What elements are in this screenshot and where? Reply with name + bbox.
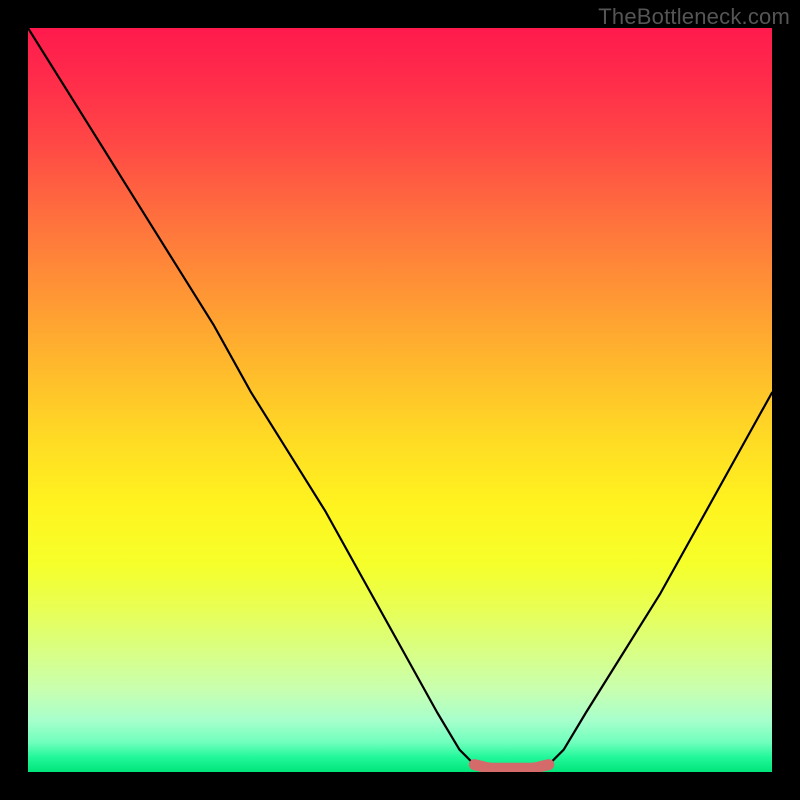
chart-svg: [28, 28, 772, 772]
optimal-range-highlight: [474, 765, 548, 769]
bottleneck-curve-path: [28, 28, 772, 768]
chart-plot-area: [28, 28, 772, 772]
watermark-text: TheBottleneck.com: [598, 4, 790, 30]
